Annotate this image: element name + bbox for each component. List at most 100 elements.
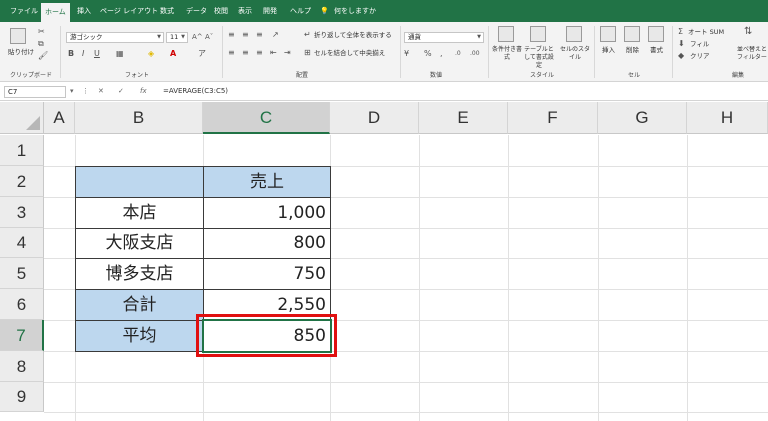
format-cells-button[interactable]: 書式 xyxy=(650,46,663,55)
tab-view[interactable]: 表示 xyxy=(238,5,252,17)
column-header-f[interactable]: F xyxy=(508,102,598,134)
font-size-combo[interactable]: 11 ▼ xyxy=(166,32,188,43)
sort-filter-button[interactable]: 並べ替えとフィルター xyxy=(736,46,768,62)
fill-color-icon[interactable]: ◈ xyxy=(148,49,154,59)
row-header-1[interactable]: 1 xyxy=(0,135,44,166)
comma-icon[interactable]: , xyxy=(440,49,443,59)
cell-b6[interactable]: 合計 xyxy=(75,289,204,321)
tab-help[interactable]: ヘルプ xyxy=(290,5,311,17)
font-group-label: フォント xyxy=(125,72,150,79)
cut-icon[interactable]: ✂ xyxy=(38,27,45,37)
format-table-button[interactable]: テーブルとして書式設定 xyxy=(522,46,556,70)
delete-cells-button[interactable]: 削除 xyxy=(626,46,639,55)
row-header-7[interactable]: 7 xyxy=(0,320,44,351)
tab-home[interactable]: ホーム xyxy=(41,3,70,22)
chevron-down-icon[interactable]: ▾ xyxy=(70,86,74,97)
clear-button[interactable]: クリア xyxy=(690,52,710,61)
cell-b2[interactable] xyxy=(75,166,204,198)
group-divider xyxy=(400,26,401,78)
decrease-decimal-icon[interactable]: .00 xyxy=(470,49,480,59)
paste-button[interactable]: 貼り付け xyxy=(8,48,34,57)
italic-icon[interactable]: I xyxy=(82,49,84,59)
align-middle-icon[interactable]: ≡ xyxy=(242,30,249,40)
row-header-5[interactable]: 5 xyxy=(0,258,44,289)
paste-icon[interactable] xyxy=(10,28,26,44)
name-box[interactable]: C7 xyxy=(4,86,66,98)
cell-b5[interactable]: 博多支店 xyxy=(75,258,204,290)
tab-review[interactable]: 校閲 xyxy=(214,5,228,17)
font-color-icon[interactable]: A xyxy=(170,49,176,59)
cell-c2[interactable]: 売上 xyxy=(203,166,331,198)
column-header-d[interactable]: D xyxy=(330,102,419,134)
group-divider xyxy=(672,26,673,78)
currency-icon[interactable]: ¥ xyxy=(404,49,409,59)
clipboard-group-label: クリップボード xyxy=(10,72,53,79)
select-all-corner[interactable] xyxy=(0,102,44,134)
tab-data[interactable]: データ xyxy=(186,5,207,17)
bold-icon[interactable]: B xyxy=(68,49,74,59)
format-painter-icon[interactable]: 🖌 xyxy=(38,51,48,61)
group-divider xyxy=(488,26,489,78)
row-header-8[interactable]: 8 xyxy=(0,351,44,382)
cancel-icon[interactable]: ✕ xyxy=(98,86,104,97)
enter-icon[interactable]: ✓ xyxy=(118,86,124,97)
align-left-icon[interactable]: ≡ xyxy=(228,48,235,58)
column-header-a[interactable]: A xyxy=(44,102,75,134)
fill-button[interactable]: フィル xyxy=(690,40,709,49)
border-icon[interactable]: ▦ xyxy=(116,49,124,59)
align-right-icon[interactable]: ≡ xyxy=(256,48,263,58)
tab-formulas[interactable]: 数式 xyxy=(160,5,174,17)
chevron-down-icon: ▼ xyxy=(181,34,185,40)
column-header-b[interactable]: B xyxy=(75,102,203,134)
wrap-text-button[interactable]: 折り返して全体を表示する xyxy=(314,31,392,40)
cell-c3[interactable]: 1,000 xyxy=(203,197,331,229)
phonetic-icon[interactable]: ア xyxy=(198,49,206,59)
percent-icon[interactable]: % xyxy=(424,49,432,59)
tab-insert[interactable]: 挿入 xyxy=(77,5,91,17)
row-header-3[interactable]: 3 xyxy=(0,197,44,228)
align-center-icon[interactable]: ≡ xyxy=(242,48,249,58)
number-group-label: 数値 xyxy=(430,72,443,79)
gridline xyxy=(44,382,768,383)
cell-b3[interactable]: 本店 xyxy=(75,197,204,229)
tab-file[interactable]: ファイル xyxy=(10,5,38,17)
insert-function-icon[interactable]: fx xyxy=(140,86,147,97)
orientation-icon[interactable]: ↗ xyxy=(272,30,279,40)
ribbon: 貼り付け ✂ ⧉ 🖌 クリップボード 游ゴシック ▼ 11 ▼ A^ Aˇ B I … xyxy=(0,22,768,82)
row-header-6[interactable]: 6 xyxy=(0,289,44,320)
align-bottom-icon[interactable]: ≡ xyxy=(256,30,263,40)
column-header-c[interactable]: C xyxy=(203,102,330,134)
tab-page-layout[interactable]: ページ レイアウト xyxy=(100,5,158,17)
grow-font-icon[interactable]: A^ xyxy=(192,32,203,42)
tab-developer[interactable]: 開発 xyxy=(263,5,277,17)
indent-increase-icon[interactable]: ⇥ xyxy=(284,48,291,58)
formula-input[interactable]: =AVERAGE(C3:C5) xyxy=(163,86,228,97)
column-header-g[interactable]: G xyxy=(598,102,687,134)
cell-styles-button[interactable]: セルのスタイル xyxy=(560,46,590,62)
tell-me-search[interactable]: 何をしますか xyxy=(334,5,376,17)
column-header-h[interactable]: H xyxy=(687,102,768,134)
cells-group-label: セル xyxy=(628,72,641,79)
conditional-format-button[interactable]: 条件付き書式 xyxy=(492,46,522,62)
underline-icon[interactable]: U xyxy=(94,49,100,59)
number-format-combo[interactable]: 通貨 ▼ xyxy=(404,32,484,43)
cell-c4[interactable]: 800 xyxy=(203,228,331,259)
cell-b4[interactable]: 大阪支店 xyxy=(75,228,204,259)
row-header-2[interactable]: 2 xyxy=(0,166,44,197)
gridline xyxy=(44,412,768,413)
copy-icon[interactable]: ⧉ xyxy=(38,39,44,49)
merge-center-button[interactable]: セルを結合して中央揃え xyxy=(314,49,385,58)
insert-cells-button[interactable]: 挿入 xyxy=(602,46,615,55)
increase-decimal-icon[interactable]: .0 xyxy=(455,49,461,59)
shrink-font-icon[interactable]: Aˇ xyxy=(205,32,213,42)
column-header-e[interactable]: E xyxy=(419,102,508,134)
autosum-button[interactable]: オート SUM xyxy=(688,28,724,37)
align-top-icon[interactable]: ≡ xyxy=(228,30,235,40)
row-header-4[interactable]: 4 xyxy=(0,228,44,258)
cell-b7[interactable]: 平均 xyxy=(75,320,204,352)
indent-decrease-icon[interactable]: ⇤ xyxy=(270,48,277,58)
row-header-9[interactable]: 9 xyxy=(0,382,44,412)
font-name-combo[interactable]: 游ゴシック ▼ xyxy=(66,32,164,43)
cell-c5[interactable]: 750 xyxy=(203,258,331,290)
highlight-box xyxy=(196,314,337,357)
